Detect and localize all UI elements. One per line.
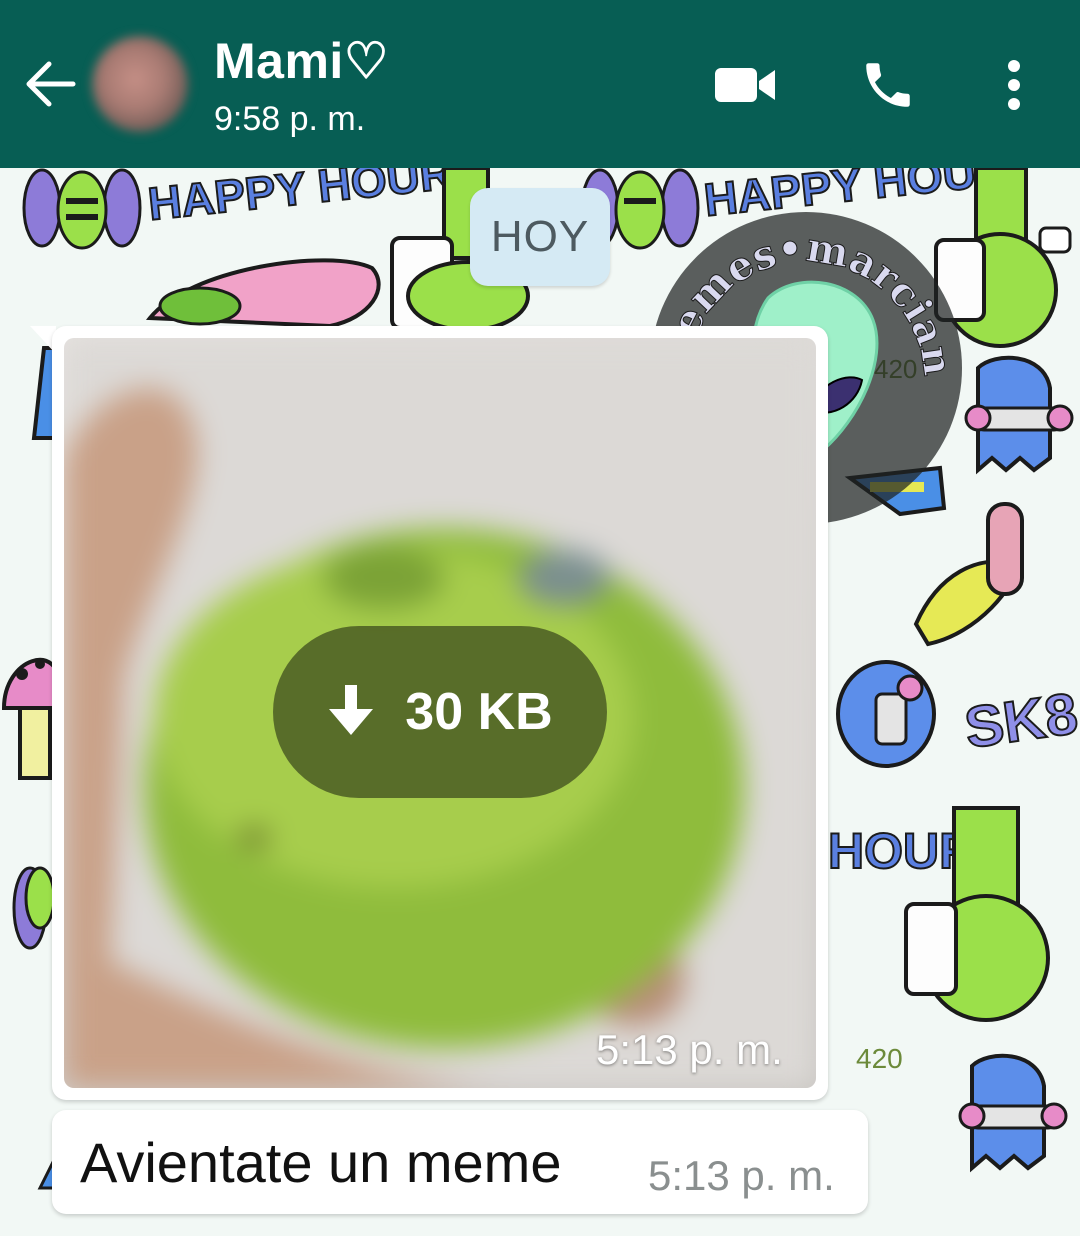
- skull-skate-sticker: [836, 660, 936, 768]
- wallpaper-text: SK8: [961, 681, 1080, 761]
- skull-skate-sticker: [958, 1053, 1068, 1173]
- download-size-label: 30 KB: [405, 683, 553, 741]
- contact-name[interactable]: Mami♡: [214, 32, 389, 90]
- wallpaper-text: 420: [856, 1043, 903, 1074]
- joint-sticker: [145, 258, 381, 329]
- back-button[interactable]: [18, 52, 82, 116]
- lighter-sticker: [31, 346, 56, 440]
- more-options-button[interactable]: [992, 50, 1036, 120]
- contact-avatar[interactable]: [92, 36, 188, 132]
- wallpaper-text: HAPPY HOUR: [146, 168, 456, 230]
- download-image-button[interactable]: 30 KB: [273, 626, 607, 798]
- message-timestamp: 5:13 p. m.: [596, 1026, 783, 1073]
- more-vertical-icon: [1008, 60, 1020, 110]
- skull-skate-sticker: [964, 355, 1074, 475]
- fly-sticker: [12, 866, 56, 950]
- last-seen-status: 9:58 p. m.: [214, 100, 366, 138]
- phone-icon: [866, 63, 910, 107]
- date-separator-chip: HOY: [470, 188, 610, 286]
- message-text: Avientate un meme: [80, 1131, 562, 1194]
- video-call-button[interactable]: [708, 50, 782, 120]
- arrow-left-icon: [26, 61, 76, 107]
- download-arrow-icon: [329, 685, 374, 735]
- message-timestamp: 5:13 p. m.: [648, 1152, 835, 1199]
- voice-call-button[interactable]: [852, 50, 924, 120]
- video-camera-icon: [715, 68, 775, 102]
- fly-sticker: [22, 168, 142, 250]
- chat-header: Mami♡ 9:58 p. m.: [0, 0, 1080, 168]
